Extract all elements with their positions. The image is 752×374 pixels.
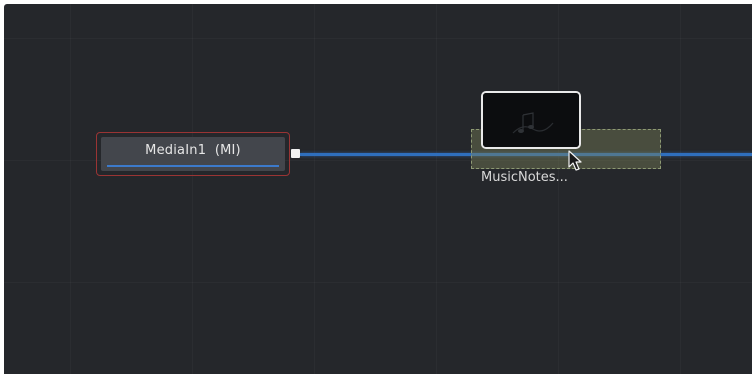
mediain-node-label: MediaIn1 (MI) [145,143,241,158]
music-notes-thumbnail-icon [483,93,579,147]
mouse-pointer-icon [568,150,582,171]
musicnotes-node-label: MusicNotes... [481,170,568,185]
mediain-node-body[interactable]: MediaIn1 (MI) [101,137,285,171]
musicnotes-node-thumbnail[interactable] [481,91,581,149]
node-editor-canvas[interactable]: MediaIn1 (MI) MusicNotes... [4,4,752,374]
mediain-node[interactable]: MediaIn1 (MI) [96,132,290,176]
mediain-output-port[interactable] [291,149,300,158]
mediain-node-underline [107,165,279,167]
